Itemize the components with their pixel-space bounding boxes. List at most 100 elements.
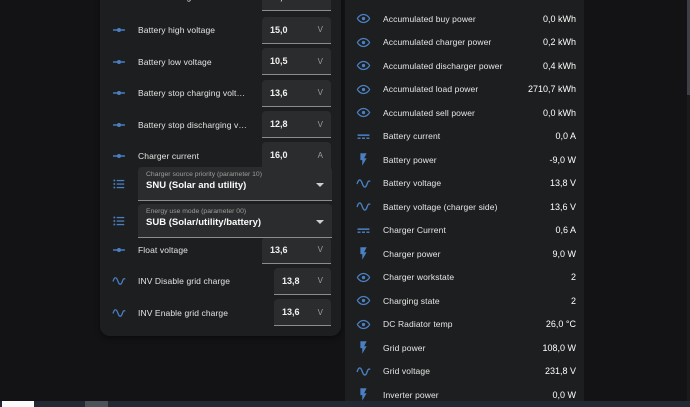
number-value: 13,6 bbox=[270, 88, 288, 98]
number-input[interactable]: 15,0 V bbox=[262, 17, 331, 44]
entity-value: 9,0 W bbox=[552, 249, 576, 259]
unit-label: V bbox=[318, 308, 323, 317]
entity-row[interactable]: Grid power 108,0 W bbox=[345, 336, 584, 360]
eye-icon[interactable] bbox=[356, 293, 371, 308]
eye-icon[interactable] bbox=[356, 317, 371, 332]
entity-label: Grid voltage bbox=[383, 366, 430, 376]
number-input[interactable]: 13,6 V bbox=[262, 80, 331, 107]
sine-icon[interactable] bbox=[356, 199, 371, 214]
entity-row[interactable]: DC Radiator temp 26,0 °C bbox=[345, 313, 584, 337]
entity-value: 13,6 V bbox=[550, 202, 576, 212]
entity-label: Battery voltage (charger side) bbox=[383, 202, 498, 212]
eye-icon[interactable] bbox=[356, 105, 371, 120]
number-input[interactable]: 13,8 V bbox=[274, 268, 331, 295]
sine-icon[interactable] bbox=[356, 364, 371, 379]
entity-row[interactable]: Battery current 0,0 A bbox=[345, 125, 584, 149]
setting-row: Battery stop discharging v… 12,8 V bbox=[100, 111, 341, 139]
number-value: 13,6 bbox=[282, 307, 300, 317]
number-value: 16,0 bbox=[270, 150, 288, 160]
setting-label: Battery low voltage bbox=[138, 57, 212, 67]
entity-label: DC Radiator temp bbox=[383, 319, 453, 329]
entity-row[interactable]: Charger Current 0,6 A bbox=[345, 219, 584, 243]
number-value: 10,5 bbox=[270, 56, 288, 66]
setting-row: INV Enable grid charge 13,6 V bbox=[100, 299, 341, 327]
entity-row[interactable]: Accumulated load power 2710,7 kWh bbox=[345, 78, 584, 102]
entity-row[interactable]: Battery voltage (charger side) 13,6 V bbox=[345, 195, 584, 219]
eye-icon[interactable] bbox=[356, 270, 371, 285]
chevron-down-icon bbox=[316, 183, 324, 187]
eye-icon[interactable] bbox=[356, 11, 371, 26]
chevron-down-icon bbox=[316, 220, 324, 224]
entity-row[interactable]: Battery voltage 13,8 V bbox=[345, 172, 584, 196]
setting-label: INV Disable grid charge bbox=[138, 276, 230, 286]
settings-card: Absorb voltage 14,4 V Battery high volta… bbox=[100, 0, 341, 336]
current-dc-icon[interactable] bbox=[356, 223, 371, 238]
slider-icon bbox=[112, 118, 126, 132]
entity-value: 0,0 kWh bbox=[543, 108, 576, 118]
sine-icon[interactable] bbox=[356, 176, 371, 191]
slider-icon bbox=[112, 86, 126, 100]
entity-label: Accumulated charger power bbox=[383, 37, 491, 47]
entity-label: Accumulated sell power bbox=[383, 108, 475, 118]
energy-use-mode-row: Energy use mode (parameter 00) SUB (Sola… bbox=[110, 204, 332, 238]
entity-row[interactable]: Accumulated charger power 0,2 kWh bbox=[345, 31, 584, 55]
entity-value: 0,2 kWh bbox=[543, 37, 576, 47]
setting-label: Battery high voltage bbox=[138, 25, 215, 35]
entity-label: Battery voltage bbox=[383, 178, 441, 188]
entity-row[interactable]: Grid voltage 231,8 V bbox=[345, 360, 584, 384]
slider-icon bbox=[112, 0, 126, 4]
number-input[interactable]: 14,4 V bbox=[262, 0, 331, 11]
number-input[interactable]: 16,0 A bbox=[262, 142, 331, 169]
entity-row[interactable]: Battery power -9,0 W bbox=[345, 148, 584, 172]
setting-label: Battery stop discharging v… bbox=[138, 120, 247, 130]
charger-source-priority-row: Charger source priority (parameter 10) S… bbox=[110, 167, 332, 201]
entity-row[interactable]: Charging state 2 bbox=[345, 289, 584, 313]
unit-label: V bbox=[318, 57, 323, 66]
current-dc-icon[interactable] bbox=[356, 129, 371, 144]
number-value: 14,4 bbox=[270, 0, 288, 2]
entity-value: 0,0 kWh bbox=[543, 14, 576, 24]
status-popup bbox=[2, 401, 34, 407]
entity-row[interactable]: Accumulated sell power 0,0 kWh bbox=[345, 101, 584, 125]
entity-label: Grid power bbox=[383, 343, 426, 353]
setting-row: Float voltage 13,6 V bbox=[100, 236, 341, 264]
flash-icon[interactable] bbox=[356, 387, 371, 402]
unit-label: V bbox=[318, 120, 323, 129]
number-input[interactable]: 13,6 V bbox=[274, 299, 331, 326]
number-input[interactable]: 10,5 V bbox=[262, 48, 331, 75]
entity-row[interactable]: Accumulated buy power 0,0 kWh bbox=[345, 7, 584, 31]
horizontal-scrollbar-thumb[interactable] bbox=[85, 401, 108, 407]
select-label: Charger source priority (parameter 10) bbox=[146, 171, 312, 178]
unit-label: V bbox=[318, 245, 323, 254]
entity-label: Charging state bbox=[383, 296, 440, 306]
eye-icon[interactable] bbox=[356, 82, 371, 97]
entity-label: Battery power bbox=[383, 155, 437, 165]
entity-value: 2 bbox=[571, 272, 576, 282]
unit-label: V bbox=[318, 25, 323, 34]
entity-value: 0,0 W bbox=[552, 390, 576, 400]
entity-label: Charger power bbox=[383, 249, 441, 259]
flash-icon[interactable] bbox=[356, 340, 371, 355]
unit-label: V bbox=[318, 276, 323, 285]
entity-row[interactable]: Charger workstate 2 bbox=[345, 266, 584, 290]
entity-label: Charger workstate bbox=[383, 272, 454, 282]
eye-icon[interactable] bbox=[356, 35, 371, 50]
entity-label: Accumulated discharger power bbox=[383, 61, 503, 71]
setting-row: Battery low voltage 10,5 V bbox=[100, 48, 341, 76]
entity-row[interactable]: Accumulated discharger power 0,4 kWh bbox=[345, 54, 584, 78]
entity-row[interactable]: Charger power 9,0 W bbox=[345, 242, 584, 266]
select-value: SNU (Solar and utility) bbox=[146, 180, 312, 191]
entity-value: 2 bbox=[571, 296, 576, 306]
flash-icon[interactable] bbox=[356, 152, 371, 167]
entity-value: 0,0 A bbox=[555, 131, 576, 141]
number-input[interactable]: 12,8 V bbox=[262, 111, 331, 138]
charger-source-priority-select[interactable]: Charger source priority (parameter 10) S… bbox=[138, 167, 332, 201]
setting-label: INV Enable grid charge bbox=[138, 308, 228, 318]
flash-icon[interactable] bbox=[356, 246, 371, 261]
eye-icon[interactable] bbox=[356, 58, 371, 73]
number-value: 13,6 bbox=[270, 245, 288, 255]
entity-label: Inverter power bbox=[383, 390, 439, 400]
entity-value: 26,0 °C bbox=[546, 319, 576, 329]
number-input[interactable]: 13,6 V bbox=[262, 237, 331, 264]
energy-use-mode-select[interactable]: Energy use mode (parameter 00) SUB (Sola… bbox=[138, 204, 332, 238]
